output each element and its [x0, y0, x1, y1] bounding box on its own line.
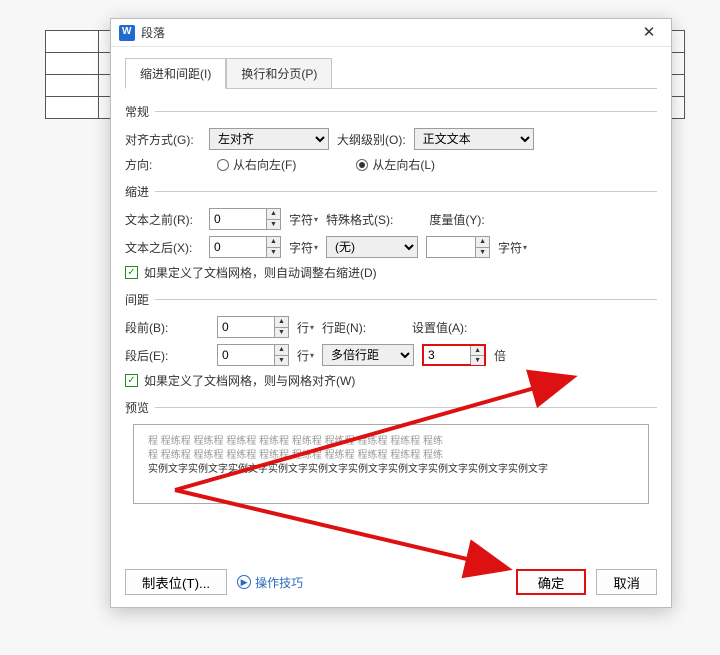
button-bar: 制表位(T)... ▶ 操作技巧 确定 取消 — [111, 557, 671, 607]
set-value-label: 设置值(A): — [412, 319, 467, 336]
spinner-up-icon[interactable]: ▲ — [275, 345, 288, 356]
spinner-down-icon[interactable]: ▼ — [267, 248, 280, 258]
indent-after-input[interactable] — [210, 237, 266, 257]
spinner-up-icon[interactable]: ▲ — [267, 209, 280, 220]
group-general-label: 常规 — [125, 103, 149, 120]
titlebar: 段落 ✕ — [111, 19, 671, 47]
indent-after-unit[interactable]: 字符▾ — [289, 239, 318, 256]
tab-indent-spacing[interactable]: 缩进和间距(I) — [125, 58, 226, 89]
space-before-label: 段前(B): — [125, 319, 181, 336]
line-spacing-select[interactable]: 多倍行距 — [322, 344, 414, 366]
group-indent: 缩进 文本之前(R): ▲▼ 字符▾ 特殊格式(S): 度量值(Y): 文本之后… — [125, 183, 657, 281]
direction-ltr-label: 从左向右(L) — [372, 156, 435, 173]
spinner-down-icon[interactable]: ▼ — [275, 356, 288, 366]
spinner-down-icon[interactable]: ▼ — [471, 356, 484, 365]
space-after-spinner[interactable]: ▲▼ — [217, 344, 289, 366]
special-format-select[interactable]: (无) — [326, 236, 418, 258]
tips-link[interactable]: ▶ 操作技巧 — [237, 574, 303, 591]
set-value-unit: 倍 — [494, 347, 506, 364]
measure-label: 度量值(Y): — [429, 211, 484, 228]
dialog-title: 段落 — [141, 24, 635, 41]
tabstops-button[interactable]: 制表位(T)... — [125, 569, 227, 595]
group-spacing-label: 间距 — [125, 291, 149, 308]
measure-unit[interactable]: 字符▾ — [498, 239, 527, 256]
space-before-unit[interactable]: 行▾ — [297, 319, 314, 336]
ok-button[interactable]: 确定 — [516, 569, 587, 595]
align-label: 对齐方式(G): — [125, 131, 201, 148]
cancel-button[interactable]: 取消 — [596, 569, 657, 595]
tab-line-page-break[interactable]: 换行和分页(P) — [226, 58, 332, 89]
group-preview: 预览 程 程练程 程练程 程练程 程练程 程练程 程练程 程练程 程练程 程练 … — [125, 399, 657, 504]
spinner-up-icon[interactable]: ▲ — [267, 237, 280, 248]
direction-rtl-radio[interactable]: 从右向左(F) — [217, 156, 296, 173]
set-value-input[interactable] — [424, 346, 470, 364]
direction-label: 方向: — [125, 156, 175, 173]
indent-after-spinner[interactable]: ▲▼ — [209, 236, 281, 258]
spinner-down-icon[interactable]: ▼ — [267, 220, 280, 230]
tips-label: 操作技巧 — [255, 574, 303, 591]
outline-select[interactable]: 正文文本 — [414, 128, 534, 150]
spinner-up-icon[interactable]: ▲ — [476, 237, 489, 248]
measure-spinner[interactable]: ▲▼ — [426, 236, 490, 258]
line-spacing-label: 行距(N): — [322, 319, 366, 336]
direction-ltr-radio[interactable]: 从左向右(L) — [356, 156, 435, 173]
special-format-label: 特殊格式(S): — [326, 211, 393, 228]
snap-grid-checkbox[interactable]: ✓ 如果定义了文档网格，则与网格对齐(W) — [125, 372, 657, 389]
space-after-label: 段后(E): — [125, 347, 181, 364]
close-button[interactable]: ✕ — [635, 23, 663, 43]
space-after-unit[interactable]: 行▾ — [297, 347, 314, 364]
preview-line: 程 程练程 程练程 程练程 程练程 程练程 程练程 程练程 程练程 程练 — [148, 449, 634, 463]
align-select[interactable]: 左对齐 — [209, 128, 329, 150]
space-before-spinner[interactable]: ▲▼ — [217, 316, 289, 338]
auto-indent-checkbox[interactable]: ✓ 如果定义了文档网格，则自动调整右缩进(D) — [125, 264, 657, 281]
space-before-input[interactable] — [218, 317, 274, 337]
group-indent-label: 缩进 — [125, 183, 149, 200]
direction-rtl-label: 从右向左(F) — [233, 156, 296, 173]
preview-line: 程 程练程 程练程 程练程 程练程 程练程 程练程 程练程 程练程 程练 — [148, 435, 634, 449]
app-icon — [119, 25, 135, 41]
indent-before-input[interactable] — [210, 209, 266, 229]
outline-label: 大纲级别(O): — [337, 131, 406, 148]
indent-before-spinner[interactable]: ▲▼ — [209, 208, 281, 230]
space-after-input[interactable] — [218, 345, 274, 365]
spinner-down-icon[interactable]: ▼ — [275, 328, 288, 338]
indent-before-label: 文本之前(R): — [125, 211, 201, 228]
snap-grid-label: 如果定义了文档网格，则与网格对齐(W) — [144, 372, 355, 389]
indent-before-unit[interactable]: 字符▾ — [289, 211, 318, 228]
group-general: 常规 对齐方式(G): 左对齐 大纲级别(O): 正文文本 方向: 从右向左(F… — [125, 103, 657, 173]
measure-input[interactable] — [427, 237, 475, 257]
group-preview-label: 预览 — [125, 399, 149, 416]
spinner-up-icon[interactable]: ▲ — [471, 346, 484, 356]
paragraph-dialog: 段落 ✕ 缩进和间距(I) 换行和分页(P) 常规 对齐方式(G): 左对齐 大… — [110, 18, 672, 608]
tabs: 缩进和间距(I) 换行和分页(P) — [111, 47, 671, 88]
spinner-up-icon[interactable]: ▲ — [275, 317, 288, 328]
auto-indent-label: 如果定义了文档网格，则自动调整右缩进(D) — [144, 264, 377, 281]
play-icon: ▶ — [237, 575, 251, 589]
indent-after-label: 文本之后(X): — [125, 239, 201, 256]
spinner-down-icon[interactable]: ▼ — [476, 248, 489, 258]
preview-box: 程 程练程 程练程 程练程 程练程 程练程 程练程 程练程 程练程 程练 程 程… — [133, 424, 649, 504]
preview-line: 实例文字实例文字实例文字实例文字实例文字实例文字实例文字实例文字实例文字实例文字 — [148, 463, 634, 477]
set-value-spinner[interactable]: ▲▼ — [422, 344, 486, 366]
group-spacing: 间距 段前(B): ▲▼ 行▾ 行距(N): 设置值(A): 段后(E): ▲▼ — [125, 291, 657, 389]
